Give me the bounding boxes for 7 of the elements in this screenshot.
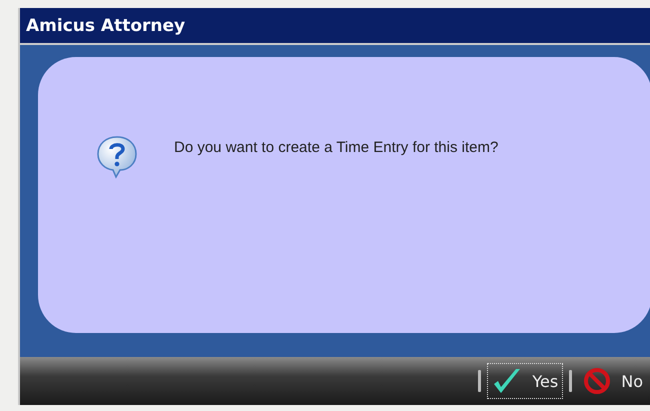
message-text: Do you want to create a Time Entry for this item? [174, 139, 500, 157]
question-icon [96, 135, 138, 179]
no-button[interactable]: No [578, 363, 648, 399]
yes-button[interactable]: Yes [487, 363, 564, 399]
prohibited-icon [583, 367, 612, 395]
checkmark-icon [492, 367, 522, 395]
window-title: Amicus Attorney [20, 8, 650, 45]
